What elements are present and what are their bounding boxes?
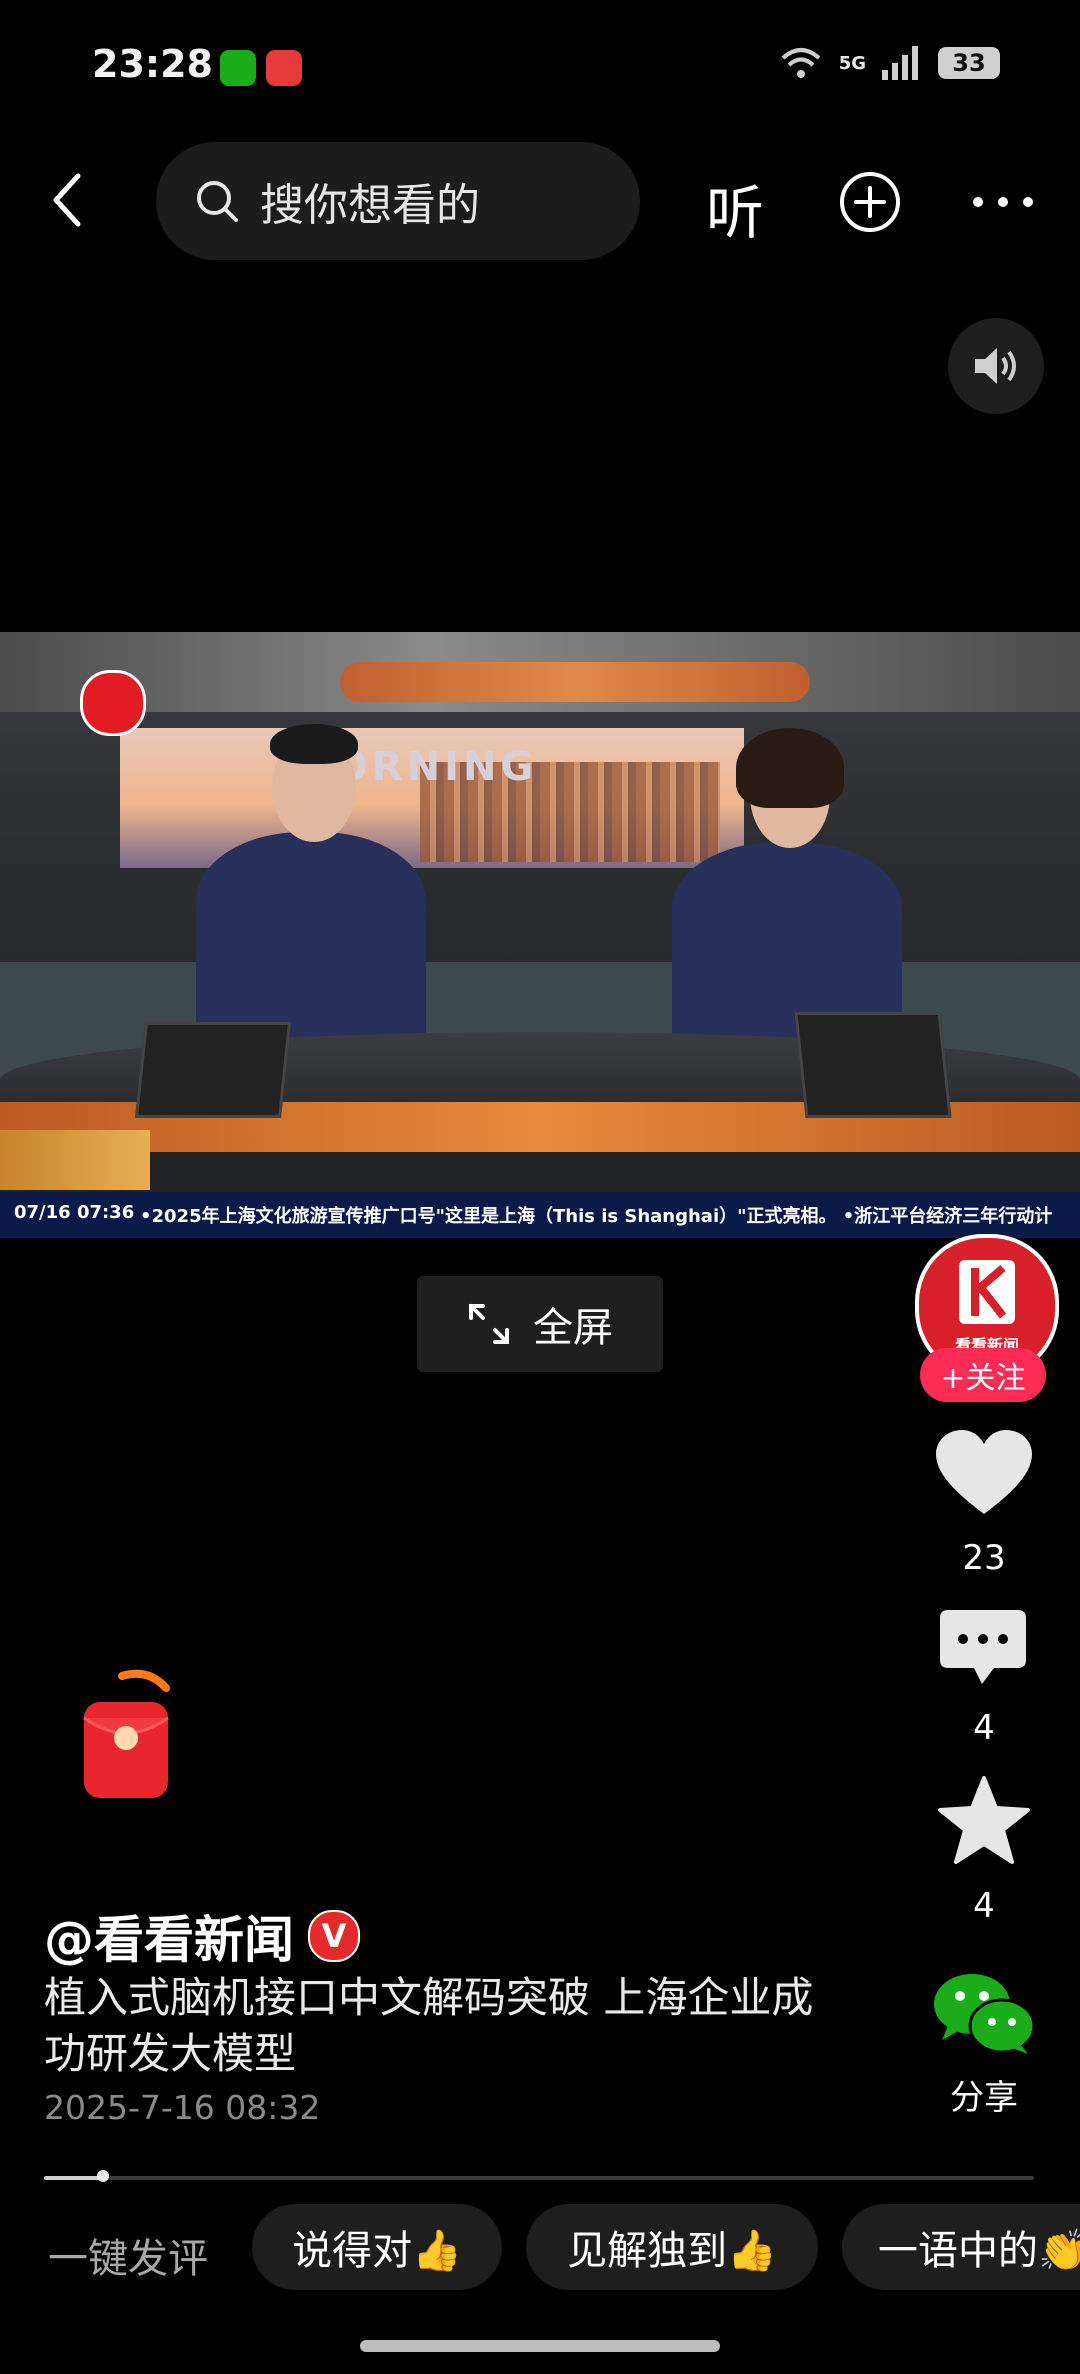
favorite-count: 4 — [973, 1886, 995, 1926]
expand-icon — [469, 1304, 509, 1344]
comment-count: 4 — [973, 1708, 995, 1748]
desk-monitor-left — [134, 1022, 292, 1118]
progress-track[interactable] — [44, 2176, 1034, 2180]
post-timestamp: 2025-7-16 08:32 — [44, 2088, 321, 2127]
search-input[interactable]: 搜你想看的 — [156, 142, 640, 260]
quick-comment-chip[interactable]: 见解独到👍 — [526, 2204, 818, 2290]
volume-button[interactable] — [948, 318, 1044, 414]
follow-button[interactable]: +关注 — [920, 1348, 1046, 1402]
video-caption: 植入式脑机接口中文解码突破 上海企业成功研发大模型 — [44, 1973, 814, 2078]
search-placeholder: 搜你想看的 — [260, 180, 480, 231]
fullscreen-label: 全屏 — [533, 1305, 613, 1351]
favorite-star-icon[interactable] — [936, 1774, 1032, 1866]
video-player[interactable]: MORNING 07/16 07:36 •2025年上海文化旅游宣传推广口号"这… — [0, 632, 1080, 1238]
comment-icon[interactable] — [938, 1608, 1028, 1688]
channel-logo — [80, 670, 146, 736]
network-type: 5G — [838, 52, 866, 74]
search-icon — [197, 181, 238, 222]
like-count: 23 — [962, 1538, 1006, 1578]
male-anchor-hair — [270, 724, 358, 764]
desk-monitor-right — [794, 1012, 952, 1118]
status-time: 23:28 — [92, 42, 213, 86]
verified-badge: V — [308, 1910, 360, 1962]
more-icon[interactable] — [970, 192, 1036, 212]
share-label: 分享 — [950, 2078, 1018, 2118]
kankan-logo-icon — [959, 1260, 1015, 1324]
ticker-date: 07/16 07:36 — [14, 1202, 135, 1223]
battery-indicator: 33 — [938, 47, 1000, 79]
app-notification-icon — [266, 50, 302, 86]
quick-comment-chip[interactable]: 说得对👍 — [252, 2204, 502, 2290]
listen-button[interactable]: 听 — [706, 166, 764, 250]
ticker-headline: •2025年上海文化旅游宣传推广口号"这里是上海（This is Shangha… — [140, 1206, 1053, 1227]
back-icon[interactable] — [44, 170, 94, 230]
female-anchor-hair — [736, 728, 844, 808]
ticker-logo — [0, 1130, 150, 1190]
fullscreen-button[interactable]: 全屏 — [417, 1276, 663, 1372]
progress-handle[interactable] — [97, 2170, 109, 2182]
red-packet-icon[interactable] — [80, 1666, 180, 1802]
quick-comment-chip[interactable]: 一语中的👏 — [842, 2204, 1080, 2290]
like-heart-icon[interactable] — [934, 1428, 1034, 1518]
author-name[interactable]: @看看新闻 — [44, 1900, 294, 1972]
home-indicator[interactable] — [360, 2340, 720, 2352]
quick-comment-label: 一键发评 — [48, 2236, 208, 2282]
signal-icon — [882, 46, 918, 80]
add-icon[interactable] — [838, 170, 902, 234]
wifi-icon — [781, 48, 821, 78]
author-row[interactable]: @看看新闻 V — [44, 1900, 360, 1972]
speaker-icon — [975, 348, 1016, 384]
progress-fill — [44, 2176, 103, 2180]
studio-light — [340, 662, 810, 702]
wechat-notification-icon — [220, 50, 256, 86]
status-indicators: 5G 33 — [779, 46, 1000, 80]
wechat-share-icon[interactable] — [932, 1970, 1036, 2056]
